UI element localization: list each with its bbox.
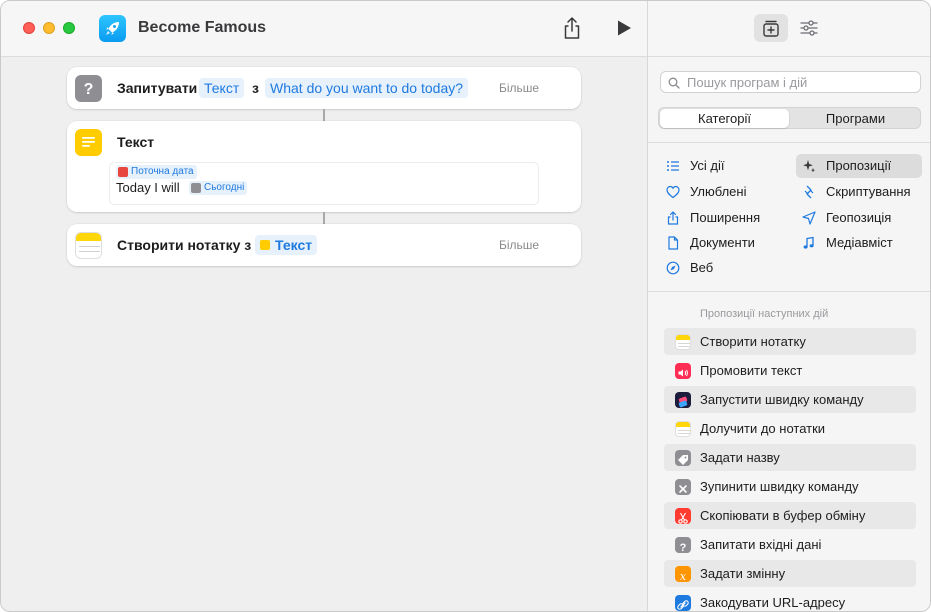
title-bar: Become Famous [1, 1, 647, 57]
close-icon [675, 479, 691, 495]
tab-apps[interactable]: Програми [791, 109, 920, 128]
prompt-token[interactable]: What do you want to do today? [265, 78, 469, 98]
divider [648, 142, 930, 143]
app-window: Become Famous ? Запитувати Текст з What … [0, 0, 931, 612]
link-icon [675, 595, 691, 611]
suggestion-url-encode[interactable]: Закодувати URL-адресу [664, 589, 916, 611]
text-body: Today I will [116, 180, 180, 195]
suggestion-ask-for-input[interactable]: ? Запитати вхідні дані [664, 531, 916, 558]
sparkles-icon [803, 160, 815, 173]
more-button[interactable]: Більше [499, 81, 539, 95]
suggestion-append-to-note[interactable]: Долучити до нотатки [664, 415, 916, 442]
speaker-icon [675, 363, 691, 379]
svg-text:?: ? [680, 542, 687, 554]
shortcut-editor: Become Famous ? Запитувати Текст з What … [1, 1, 647, 611]
text-lines-icon [75, 129, 102, 156]
variable-icon: x [675, 566, 691, 583]
category-location[interactable]: Геопозиція [796, 206, 891, 230]
question-mark-icon: ? [675, 537, 691, 554]
sliders-icon[interactable] [792, 14, 826, 42]
document-icon [668, 236, 679, 250]
shortcuts-icon [675, 392, 691, 408]
current-date-token[interactable]: Поточна дата [116, 165, 197, 179]
share-icon [667, 211, 679, 225]
suggestion-set-name[interactable]: Задати назву [664, 444, 916, 471]
suggestion-create-note[interactable]: Створити нотатку [664, 328, 916, 355]
suggestion-set-variable[interactable]: x Задати змінну [664, 560, 916, 587]
action-library-tab[interactable] [754, 14, 788, 42]
suggestions-heading: Пропозиції наступних дій [700, 308, 829, 320]
notes-icon [675, 334, 691, 350]
compass-icon [666, 261, 680, 275]
action-label: Запитувати [117, 80, 198, 96]
maximize-window-button[interactable] [63, 22, 75, 34]
search-icon [668, 77, 680, 89]
more-button[interactable]: Більше [499, 238, 539, 252]
question-mark-icon [191, 183, 201, 193]
notes-icon [675, 421, 691, 437]
text-body-field[interactable]: Поточна дата Today I will Сьогодні [109, 162, 539, 205]
text-variable-token[interactable]: Текст [255, 235, 318, 255]
svg-text:?: ? [84, 81, 94, 98]
action-connector [323, 109, 325, 121]
category-sharing[interactable]: Поширення [660, 206, 760, 230]
action-connector [323, 212, 325, 224]
suggestion-run-shortcut[interactable]: Запустити швидку команду [664, 386, 916, 413]
location-arrow-icon [802, 211, 816, 225]
suggestion-stop-shortcut[interactable]: Зупинити швидку команду [664, 473, 916, 500]
question-mark-icon: ? [75, 75, 102, 102]
today-token[interactable]: Сьогодні [189, 181, 248, 195]
input-type-token[interactable]: Текст [199, 78, 245, 98]
play-icon[interactable] [615, 19, 633, 37]
action-create-note[interactable]: Створити нотатку з Текст Більше [67, 224, 581, 266]
heart-icon [666, 185, 680, 199]
category-documents[interactable]: Документи [660, 231, 755, 255]
rocket-icon [99, 15, 126, 42]
calendar-icon [118, 167, 128, 177]
share-icon[interactable] [561, 16, 583, 40]
minimize-window-button[interactable] [43, 22, 55, 34]
shortcut-title[interactable]: Become Famous [138, 19, 266, 37]
action-library-sidebar: Категорії Програми Усі дії Улюблені Поши… [647, 1, 930, 611]
scripting-icon [804, 185, 814, 199]
library-segmented-control: Категорії Програми [658, 107, 921, 129]
category-favorites[interactable]: Улюблені [660, 180, 746, 204]
category-web[interactable]: Веб [660, 256, 713, 280]
action-label: Створити нотатку з [117, 237, 252, 253]
category-all-actions[interactable]: Усі дії [660, 154, 724, 178]
tag-icon [675, 450, 691, 466]
suggestion-speak-text[interactable]: Промовити текст [664, 357, 916, 384]
action-ask-for-input[interactable]: ? Запитувати Текст з What do you want to… [67, 67, 581, 109]
action-label: Текст [117, 134, 155, 150]
add-action-icon [763, 20, 779, 37]
list-icon [667, 161, 679, 171]
search-input[interactable] [687, 74, 917, 90]
text-lines-icon [260, 240, 270, 250]
svg-text:x: x [680, 570, 687, 583]
category-media[interactable]: Медіавміст [796, 231, 893, 255]
scissors-icon [675, 508, 691, 524]
search-field[interactable] [660, 71, 921, 93]
notes-icon [75, 232, 102, 259]
category-scripting[interactable]: Скриптування [796, 180, 911, 204]
sidebar-toolbar [648, 1, 930, 57]
category-suggestions[interactable]: Пропозиції [796, 154, 922, 178]
music-note-icon [803, 236, 814, 249]
divider [648, 291, 930, 292]
connector-word: з [252, 80, 259, 96]
close-window-button[interactable] [23, 22, 35, 34]
suggestion-copy-to-clipboard[interactable]: Скопіювати в буфер обміну [664, 502, 916, 529]
tab-categories[interactable]: Категорії [660, 109, 789, 128]
